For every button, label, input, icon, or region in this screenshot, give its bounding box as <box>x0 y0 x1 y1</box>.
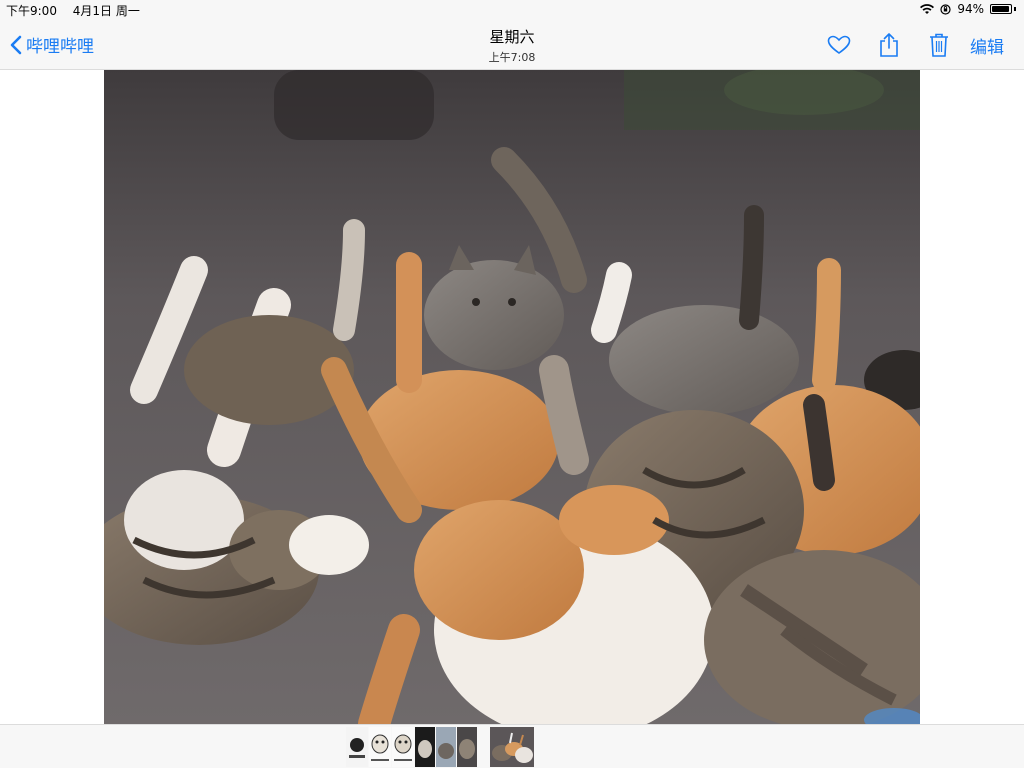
status-right: 94% <box>920 2 1016 16</box>
thumbnail[interactable] <box>436 727 456 767</box>
thumbnail[interactable] <box>369 727 391 767</box>
edit-button[interactable]: 编辑 <box>970 33 1004 58</box>
favorite-button[interactable] <box>814 30 864 60</box>
thumbnail-image <box>436 727 456 767</box>
navigation-bar: 哔哩哔哩 星期六 上午7:08 编辑 <box>0 20 1024 70</box>
share-button[interactable] <box>864 30 914 60</box>
thumbnail[interactable] <box>478 727 488 767</box>
status-date: 4月1日 周一 <box>72 4 140 18</box>
thumbnail-image <box>415 727 435 767</box>
trash-icon <box>930 33 948 57</box>
photo-viewer[interactable] <box>104 70 920 724</box>
nav-actions: 编辑 <box>814 30 1004 60</box>
status-bar: 下午9:00 4月1日 周一 94% <box>0 0 1024 20</box>
delete-button[interactable] <box>914 30 964 60</box>
status-time: 下午9:00 <box>6 4 57 18</box>
cats-photo <box>104 70 920 724</box>
battery-cap <box>1014 7 1016 11</box>
thumbnail-image <box>369 727 391 767</box>
thumbnail-image <box>346 727 368 767</box>
thumbnail-selected[interactable] <box>490 727 534 767</box>
wifi-icon <box>920 3 935 14</box>
thumbnail[interactable] <box>346 727 368 767</box>
thumbnail[interactable] <box>392 727 414 767</box>
orientation-lock-icon <box>940 3 951 15</box>
battery-percent: 94% <box>957 2 984 16</box>
thumbnail-strip <box>0 724 1024 768</box>
status-left: 下午9:00 4月1日 周一 <box>6 2 152 19</box>
thumbnail-image <box>490 727 534 767</box>
share-icon <box>880 33 898 57</box>
battery-icon <box>990 4 1012 14</box>
heart-icon <box>827 35 851 54</box>
battery-fill <box>992 6 1009 12</box>
thumbnail-image <box>478 727 488 767</box>
thumbnail[interactable] <box>415 727 435 767</box>
thumbnail-image <box>392 727 414 767</box>
thumbnail-image <box>457 727 477 767</box>
thumbnail[interactable] <box>457 727 477 767</box>
